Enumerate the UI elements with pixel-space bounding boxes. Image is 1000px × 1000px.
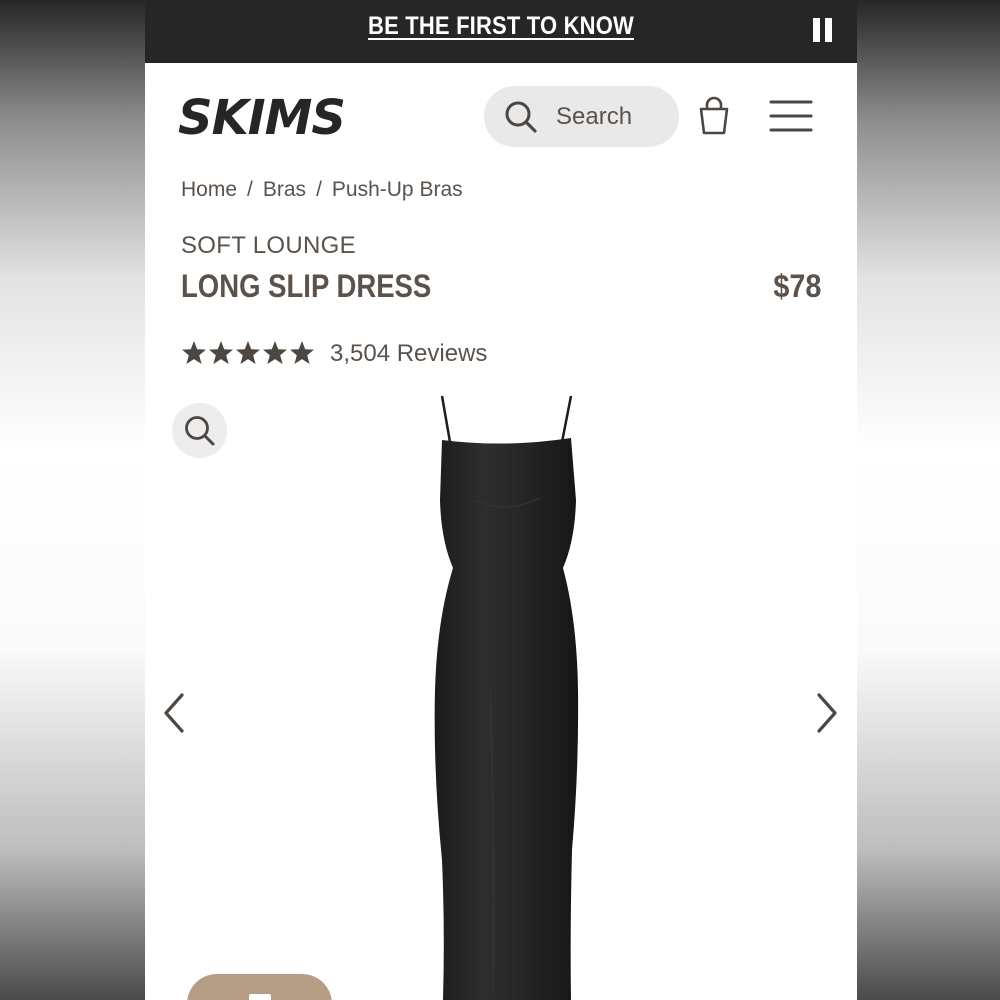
breadcrumb-separator: / [316, 178, 322, 201]
promo-banner[interactable]: BE THE FIRST TO KNOW [145, 0, 857, 63]
button-icon [249, 994, 271, 1000]
phone-screen: BE THE FIRST TO KNOW SKIMS Search Home / B… [145, 0, 857, 1000]
zoom-button[interactable] [172, 403, 227, 458]
skims-logo[interactable]: SKIMS [178, 88, 358, 144]
product-title: LONG SLIP DRESS [181, 268, 432, 304]
breadcrumb-push-up-bras[interactable]: Push-Up Bras [332, 178, 463, 201]
pause-icon[interactable] [813, 18, 833, 42]
zoom-icon [185, 416, 215, 446]
breadcrumb-bras[interactable]: Bras [263, 178, 306, 201]
product-price: $78 [772, 268, 821, 304]
star-icon [263, 341, 287, 364]
background-blur-right [857, 0, 1000, 1000]
promo-link[interactable]: BE THE FIRST TO KNOW [188, 12, 815, 41]
search-icon [505, 101, 537, 133]
star-icon [209, 341, 233, 364]
floating-action-button[interactable] [187, 974, 332, 1000]
product-collection: SOFT LOUNGE [181, 232, 356, 259]
hamburger-menu-icon[interactable] [769, 98, 813, 134]
breadcrumb-separator: / [247, 178, 253, 201]
background-blur-left [0, 0, 145, 1000]
chevron-right-icon[interactable] [812, 690, 842, 736]
reviews-link[interactable]: 3,504 Reviews [330, 340, 487, 368]
star-icon [182, 341, 206, 364]
search-input[interactable]: Search [484, 86, 679, 147]
star-icon [236, 341, 260, 364]
star-icon [290, 341, 314, 364]
chevron-left-icon[interactable] [159, 690, 189, 736]
shopping-bag-icon[interactable] [697, 96, 731, 136]
product-image[interactable] [415, 390, 585, 1000]
breadcrumb: Home / Bras / Push-Up Bras [181, 178, 463, 202]
logo-text: SKIMS [178, 90, 345, 144]
star-rating [182, 341, 314, 364]
breadcrumb-home[interactable]: Home [181, 178, 237, 201]
search-placeholder: Search [556, 103, 633, 130]
